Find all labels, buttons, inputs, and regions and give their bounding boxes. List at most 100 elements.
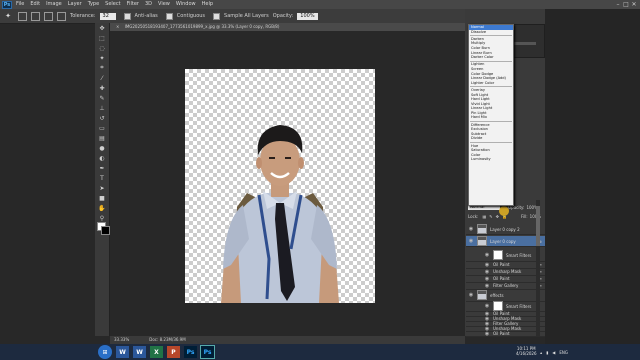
tolerance-input[interactable]: 32 <box>99 12 116 20</box>
layer-thumbnail <box>477 290 487 300</box>
path-selection-icon[interactable]: ➤ <box>95 183 109 193</box>
blend-mode-dropdown[interactable]: Normal Dissolve Darken Multiply Color Burn Li… <box>468 24 514 206</box>
close-icon[interactable]: ✕ <box>630 0 638 8</box>
menu-3d[interactable]: 3D <box>145 0 152 9</box>
marquee-tool-icon[interactable]: ⬚ <box>95 33 109 43</box>
menu-image[interactable]: Image <box>46 0 62 9</box>
menu-filter[interactable]: Filter <box>127 0 139 9</box>
start-button-icon[interactable]: ⊞ <box>98 345 112 359</box>
blend-option[interactable]: Lighter Color <box>469 81 513 86</box>
magic-wand-icon[interactable]: ✦ <box>95 53 109 63</box>
filter-name: Oil Paint <box>493 262 510 267</box>
filter-name: Oil Paint <box>493 276 510 281</box>
maximize-icon[interactable]: □ <box>622 0 630 8</box>
eyedropper-tool-icon[interactable]: ⁄ <box>95 73 109 83</box>
pen-tool-icon[interactable]: ✒ <box>95 163 109 173</box>
clone-stamp-icon[interactable]: ⊥ <box>95 103 109 113</box>
eraser-tool-icon[interactable]: ▭ <box>95 123 109 133</box>
new-selection-icon[interactable] <box>18 11 27 21</box>
photoshop-logo: Ps <box>2 0 12 9</box>
visibility-eye-icon[interactable]: ◉ <box>484 276 490 282</box>
visibility-eye-icon[interactable]: ◉ <box>468 226 474 232</box>
filter-mask-thumbnail <box>493 301 503 311</box>
contiguous-checkbox[interactable] <box>165 12 173 20</box>
visibility-eye-icon[interactable]: ◉ <box>484 331 490 337</box>
healing-brush-icon[interactable]: ✚ <box>95 83 109 93</box>
tools-panel: ✥ ⬚ ◌ ✦ ⌗ ⁄ ✚ ✎ ⊥ ↺ ▭ ▤ ● ◐ ✒ T ➤ ■ ✋ ⚲ <box>95 23 110 336</box>
smart-filters-label: Smart Filters <box>506 303 532 309</box>
filter-row[interactable]: ◉ Oil Paint <box>466 331 545 337</box>
crop-tool-icon[interactable]: ⌗ <box>95 63 109 73</box>
powerpoint-app-icon[interactable]: P <box>167 346 180 358</box>
photoshop-app-icon-active[interactable]: Ps <box>200 345 215 359</box>
blur-tool-icon[interactable]: ● <box>95 143 109 153</box>
menu-window[interactable]: Window <box>176 0 196 9</box>
sample-all-layers-checkbox[interactable] <box>213 12 221 20</box>
layer-row[interactable]: ◉ Layer 0 copy 2 <box>466 224 545 235</box>
clock-date: 4/16/2026 <box>516 351 537 356</box>
blend-option[interactable]: Divide <box>469 136 513 141</box>
dodge-tool-icon[interactable]: ◐ <box>95 153 109 163</box>
photoshop-app-icon[interactable]: Ps <box>184 346 197 358</box>
visibility-eye-icon[interactable]: ◉ <box>468 238 474 244</box>
history-brush-icon[interactable]: ↺ <box>95 113 109 123</box>
document-canvas[interactable] <box>185 69 375 303</box>
lock-paint-icon[interactable]: ✎ <box>489 214 492 219</box>
menu-type[interactable]: Type <box>88 0 99 9</box>
menu-help[interactable]: Help <box>202 0 213 9</box>
visibility-eye-icon[interactable]: ◉ <box>484 252 490 258</box>
anti-alias-checkbox[interactable] <box>123 12 131 20</box>
background-color[interactable] <box>101 226 110 235</box>
intersect-selection-icon[interactable] <box>57 11 66 21</box>
lock-transparent-icon[interactable]: ▦ <box>482 214 486 219</box>
fill-label: Fill: <box>520 213 528 219</box>
visibility-eye-icon[interactable]: ◉ <box>484 303 490 309</box>
lasso-tool-icon[interactable]: ◌ <box>95 43 109 53</box>
layers-scrollbar[interactable] <box>536 200 540 336</box>
network-icon[interactable]: ▮ <box>546 350 548 355</box>
canvas-area[interactable] <box>110 31 465 336</box>
hand-tool-icon[interactable]: ✋ <box>95 203 109 213</box>
volume-icon[interactable]: ◀ <box>552 350 555 355</box>
word-app-icon[interactable]: W <box>116 346 129 358</box>
tolerance-label: Tolerance: <box>70 13 96 19</box>
scrollbar-thumb[interactable] <box>536 206 540 246</box>
magic-wand-tool-icon[interactable]: ✦ <box>3 11 13 21</box>
layer-thumbnail <box>477 236 487 246</box>
add-selection-icon[interactable] <box>31 11 40 21</box>
blend-option[interactable]: Hard Mix <box>469 115 513 120</box>
word-app-icon[interactable]: W <box>133 346 146 358</box>
visibility-eye-icon[interactable]: ◉ <box>484 262 490 268</box>
blend-option[interactable]: Darker Color <box>469 55 513 60</box>
tray-arrow-icon[interactable]: ▴ <box>540 350 542 355</box>
document-tab[interactable]: × IMG20250518193407_1773561019899_x.jpg … <box>110 23 465 31</box>
blend-option[interactable]: Luminosity <box>469 157 513 162</box>
menu-select[interactable]: Select <box>105 0 120 9</box>
menu-file[interactable]: File <box>16 0 24 9</box>
excel-app-icon[interactable]: X <box>150 346 163 358</box>
opacity-input[interactable]: 100% <box>297 12 318 20</box>
visibility-eye-icon[interactable]: ◉ <box>484 269 490 275</box>
brush-tool-icon[interactable]: ✎ <box>95 93 109 103</box>
minimize-icon[interactable]: – <box>614 0 622 8</box>
subtract-selection-icon[interactable] <box>44 11 53 21</box>
lock-position-icon[interactable]: ✥ <box>496 214 499 219</box>
menu-edit[interactable]: Edit <box>30 0 40 9</box>
visibility-eye-icon[interactable]: ◉ <box>484 283 490 289</box>
properties-slider[interactable] <box>514 42 536 45</box>
move-tool-icon[interactable]: ✥ <box>95 23 109 33</box>
type-tool-icon[interactable]: T <box>95 173 109 183</box>
clock[interactable]: 10:11 PM 4/16/2026 <box>516 346 537 356</box>
shape-tool-icon[interactable]: ■ <box>95 193 109 203</box>
blend-option[interactable]: Dissolve <box>469 30 513 35</box>
visibility-eye-icon[interactable]: ◉ <box>468 292 474 298</box>
language-indicator[interactable]: ENG <box>559 350 568 355</box>
gradient-tool-icon[interactable]: ▤ <box>95 133 109 143</box>
layer-row-selected[interactable]: ◉ Layer 0 copy ⊗ <box>466 236 545 247</box>
menu-view[interactable]: View <box>158 0 170 9</box>
menu-layer[interactable]: Layer <box>68 0 82 9</box>
zoom-level[interactable]: 33.33% <box>114 336 129 344</box>
menu-bar: Ps File Edit Image Layer Type Select Fil… <box>0 0 640 9</box>
right-dark-strip-bottom <box>545 336 640 344</box>
close-tab-icon[interactable]: × <box>116 24 119 29</box>
